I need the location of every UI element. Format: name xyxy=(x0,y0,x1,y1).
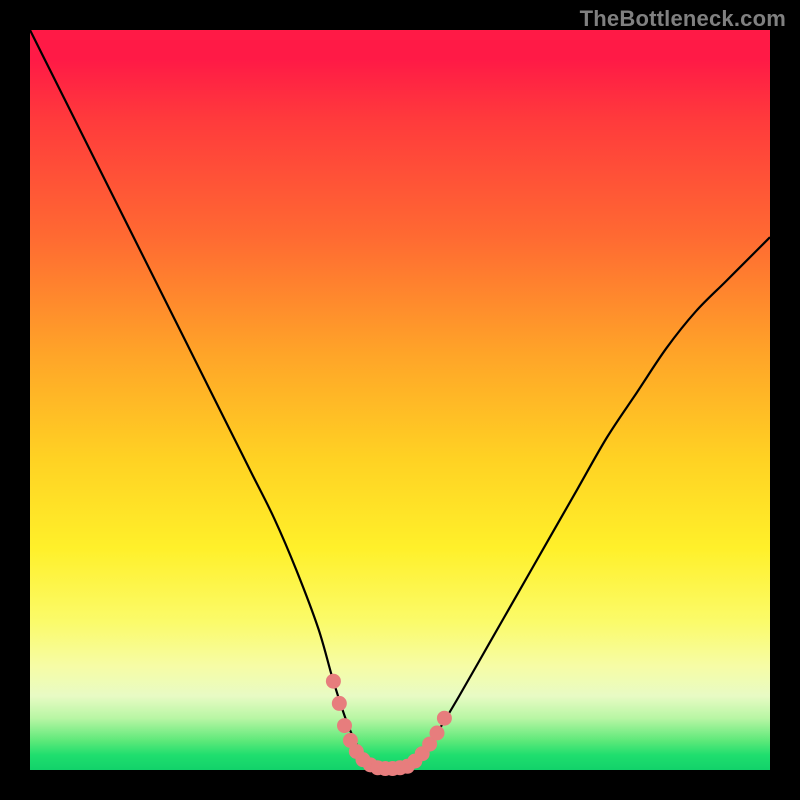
curve-marker xyxy=(326,674,341,689)
curve-marker xyxy=(332,696,347,711)
plot-area xyxy=(30,30,770,770)
curve-marker xyxy=(437,711,452,726)
curve-svg xyxy=(30,30,770,770)
curve-marker xyxy=(337,718,352,733)
watermark-text: TheBottleneck.com xyxy=(580,6,786,32)
curve-marker xyxy=(430,726,445,741)
bottleneck-curve xyxy=(30,30,770,769)
curve-markers xyxy=(326,674,452,776)
chart-frame: TheBottleneck.com xyxy=(0,0,800,800)
